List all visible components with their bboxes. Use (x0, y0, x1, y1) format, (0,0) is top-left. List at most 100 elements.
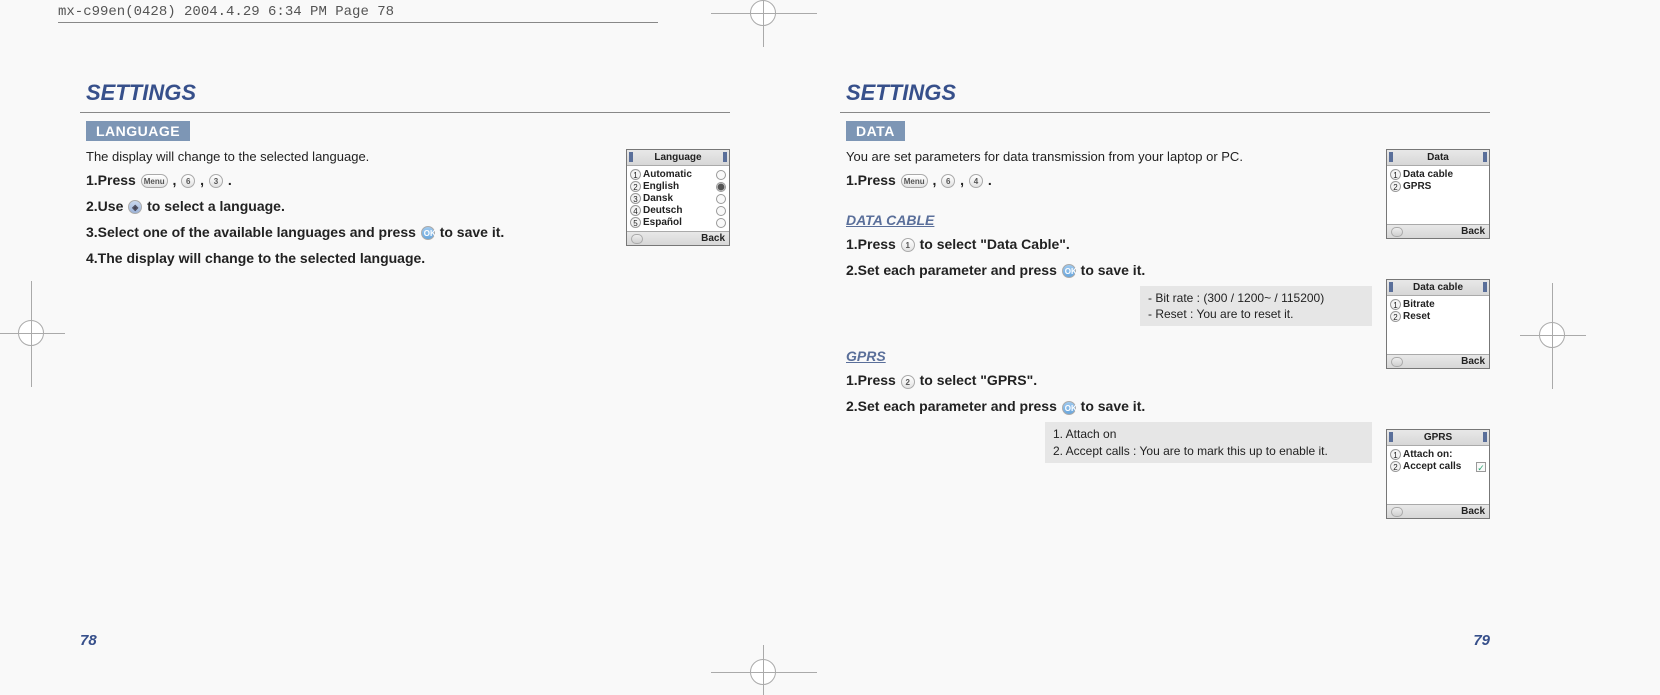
dc-step-2-a: 2.Set each parameter and press (846, 262, 1061, 278)
nav-icon (631, 234, 643, 244)
list-item: 2Accept calls✓ (1390, 461, 1486, 472)
radio-icon (716, 206, 726, 216)
page-title: SETTINGS (846, 80, 1490, 106)
item-label: Bitrate (1403, 299, 1486, 310)
dc-step-1-b: to select "Data Cable". (920, 236, 1070, 252)
phone-screen-language: Language 1Automatic 2English 3Dansk 4Deu… (626, 149, 730, 246)
phone-footer: Back (627, 231, 729, 245)
gp-step-1-a: 1.Press (846, 372, 900, 388)
key-1-icon: 1 (901, 238, 915, 252)
menu-key-icon: Menu (141, 174, 168, 188)
radio-icon (716, 170, 726, 180)
item-label: Reset (1403, 311, 1486, 322)
rule (840, 112, 1490, 113)
phone-title: Data (1387, 150, 1489, 166)
phone-body: 1Automatic 2English 3Dansk 4Deutsch 5Esp… (627, 166, 729, 231)
step-1-d: . (228, 172, 232, 188)
page-79: SETTINGS DATA You are set parameters for… (840, 80, 1490, 629)
menu-key-icon: Menu (901, 174, 928, 188)
step-1-b: , (933, 172, 941, 188)
ok-key-icon: OK (421, 226, 435, 240)
phone-body: 1Bitrate 2Reset (1387, 296, 1489, 354)
ok-key-icon: OK (1062, 264, 1076, 278)
item-label: Attach on: (1403, 449, 1486, 460)
item-label: Dansk (643, 193, 714, 204)
registration-mark-right (1539, 322, 1565, 348)
item-number: 1 (1390, 169, 1401, 180)
key-3-icon: 3 (209, 174, 223, 188)
item-label: GPRS (1403, 181, 1486, 192)
step-1-b: , (173, 172, 181, 188)
step-4: 4.The display will change to the selecte… (86, 248, 730, 268)
section-heading-data: DATA (846, 121, 905, 141)
phone-screen-datacable: Data cable 1Bitrate 2Reset Back (1386, 279, 1490, 369)
phone-footer: Back (1387, 354, 1489, 368)
list-item: 3Dansk (630, 193, 726, 204)
rule (80, 112, 730, 113)
step-2-a: 2.Use (86, 198, 127, 214)
back-label: Back (1461, 506, 1485, 517)
item-label: Español (643, 217, 714, 228)
gp-step-2: 2.Set each parameter and press OK to sav… (846, 396, 1490, 416)
step-3-b: to save it. (440, 224, 505, 240)
item-label: Accept calls (1403, 461, 1474, 472)
item-label: Automatic (643, 169, 714, 180)
phone-screen-data: Data 1Data cable 2GPRS Back (1386, 149, 1490, 239)
back-label: Back (1461, 356, 1485, 367)
ok-key-icon: OK (1062, 401, 1076, 415)
item-number: 5 (630, 217, 641, 228)
key-6-icon: 6 (181, 174, 195, 188)
key-2-icon: 2 (901, 375, 915, 389)
list-item: 1Attach on: (1390, 449, 1486, 460)
list-item: 2Reset (1390, 311, 1486, 322)
key-6-icon: 6 (941, 174, 955, 188)
item-label: Data cable (1403, 169, 1486, 180)
back-label: Back (1461, 226, 1485, 237)
radio-icon (716, 218, 726, 228)
section-heading-language: LANGUAGE (86, 121, 190, 141)
nav-key-icon: ◈ (128, 200, 142, 214)
list-item: 4Deutsch (630, 205, 726, 216)
note-line: 1. Attach on (1053, 426, 1364, 442)
note-box-gprs: 1. Attach on 2. Accept calls : You are t… (1045, 422, 1372, 462)
note-box-bitrate: - Bit rate : (300 / 1200~ / 115200) - Re… (1140, 286, 1372, 326)
list-item: 1Automatic (630, 169, 726, 180)
gp-step-1-b: to select "GPRS". (920, 372, 1038, 388)
item-number: 4 (630, 205, 641, 216)
gp-step-1: 1.Press 2 to select "GPRS". (846, 370, 1490, 390)
list-item: 1Bitrate (1390, 299, 1486, 310)
key-4-icon: 4 (969, 174, 983, 188)
page-title: SETTINGS (86, 80, 730, 106)
page-78: SETTINGS LANGUAGE The display will chang… (80, 80, 730, 629)
item-number: 2 (1390, 461, 1401, 472)
step-1-c: , (960, 172, 968, 188)
nav-icon (1391, 357, 1403, 367)
item-number: 2 (1390, 311, 1401, 322)
nav-icon (1391, 227, 1403, 237)
item-number: 1 (1390, 299, 1401, 310)
item-number: 1 (1390, 449, 1401, 460)
phone-footer: Back (1387, 224, 1489, 238)
registration-mark-top (750, 0, 776, 26)
registration-mark-bottom (750, 659, 776, 685)
item-label: Deutsch (643, 205, 714, 216)
phone-footer: Back (1387, 504, 1489, 518)
item-label: English (643, 181, 714, 192)
step-1-d: . (988, 172, 992, 188)
phone-screen-gprs: GPRS 1Attach on: 2Accept calls✓ Back (1386, 429, 1490, 519)
registration-mark-left (18, 320, 44, 346)
radio-icon (716, 182, 726, 192)
header-imposition: mx-c99en(0428) 2004.4.29 6:34 PM Page 78 (58, 4, 658, 23)
phone-title: Language (627, 150, 729, 166)
item-number: 1 (630, 169, 641, 180)
list-item: 2GPRS (1390, 181, 1486, 192)
page-number: 78 (80, 632, 97, 649)
step-2-b: to select a language. (147, 198, 285, 214)
radio-icon (716, 194, 726, 204)
item-number: 2 (630, 181, 641, 192)
dc-step-2-b: to save it. (1081, 262, 1146, 278)
note-line: - Reset : You are to reset it. (1148, 306, 1364, 322)
step-3-a: 3.Select one of the available languages … (86, 224, 420, 240)
item-number: 3 (630, 193, 641, 204)
list-item: 1Data cable (1390, 169, 1486, 180)
